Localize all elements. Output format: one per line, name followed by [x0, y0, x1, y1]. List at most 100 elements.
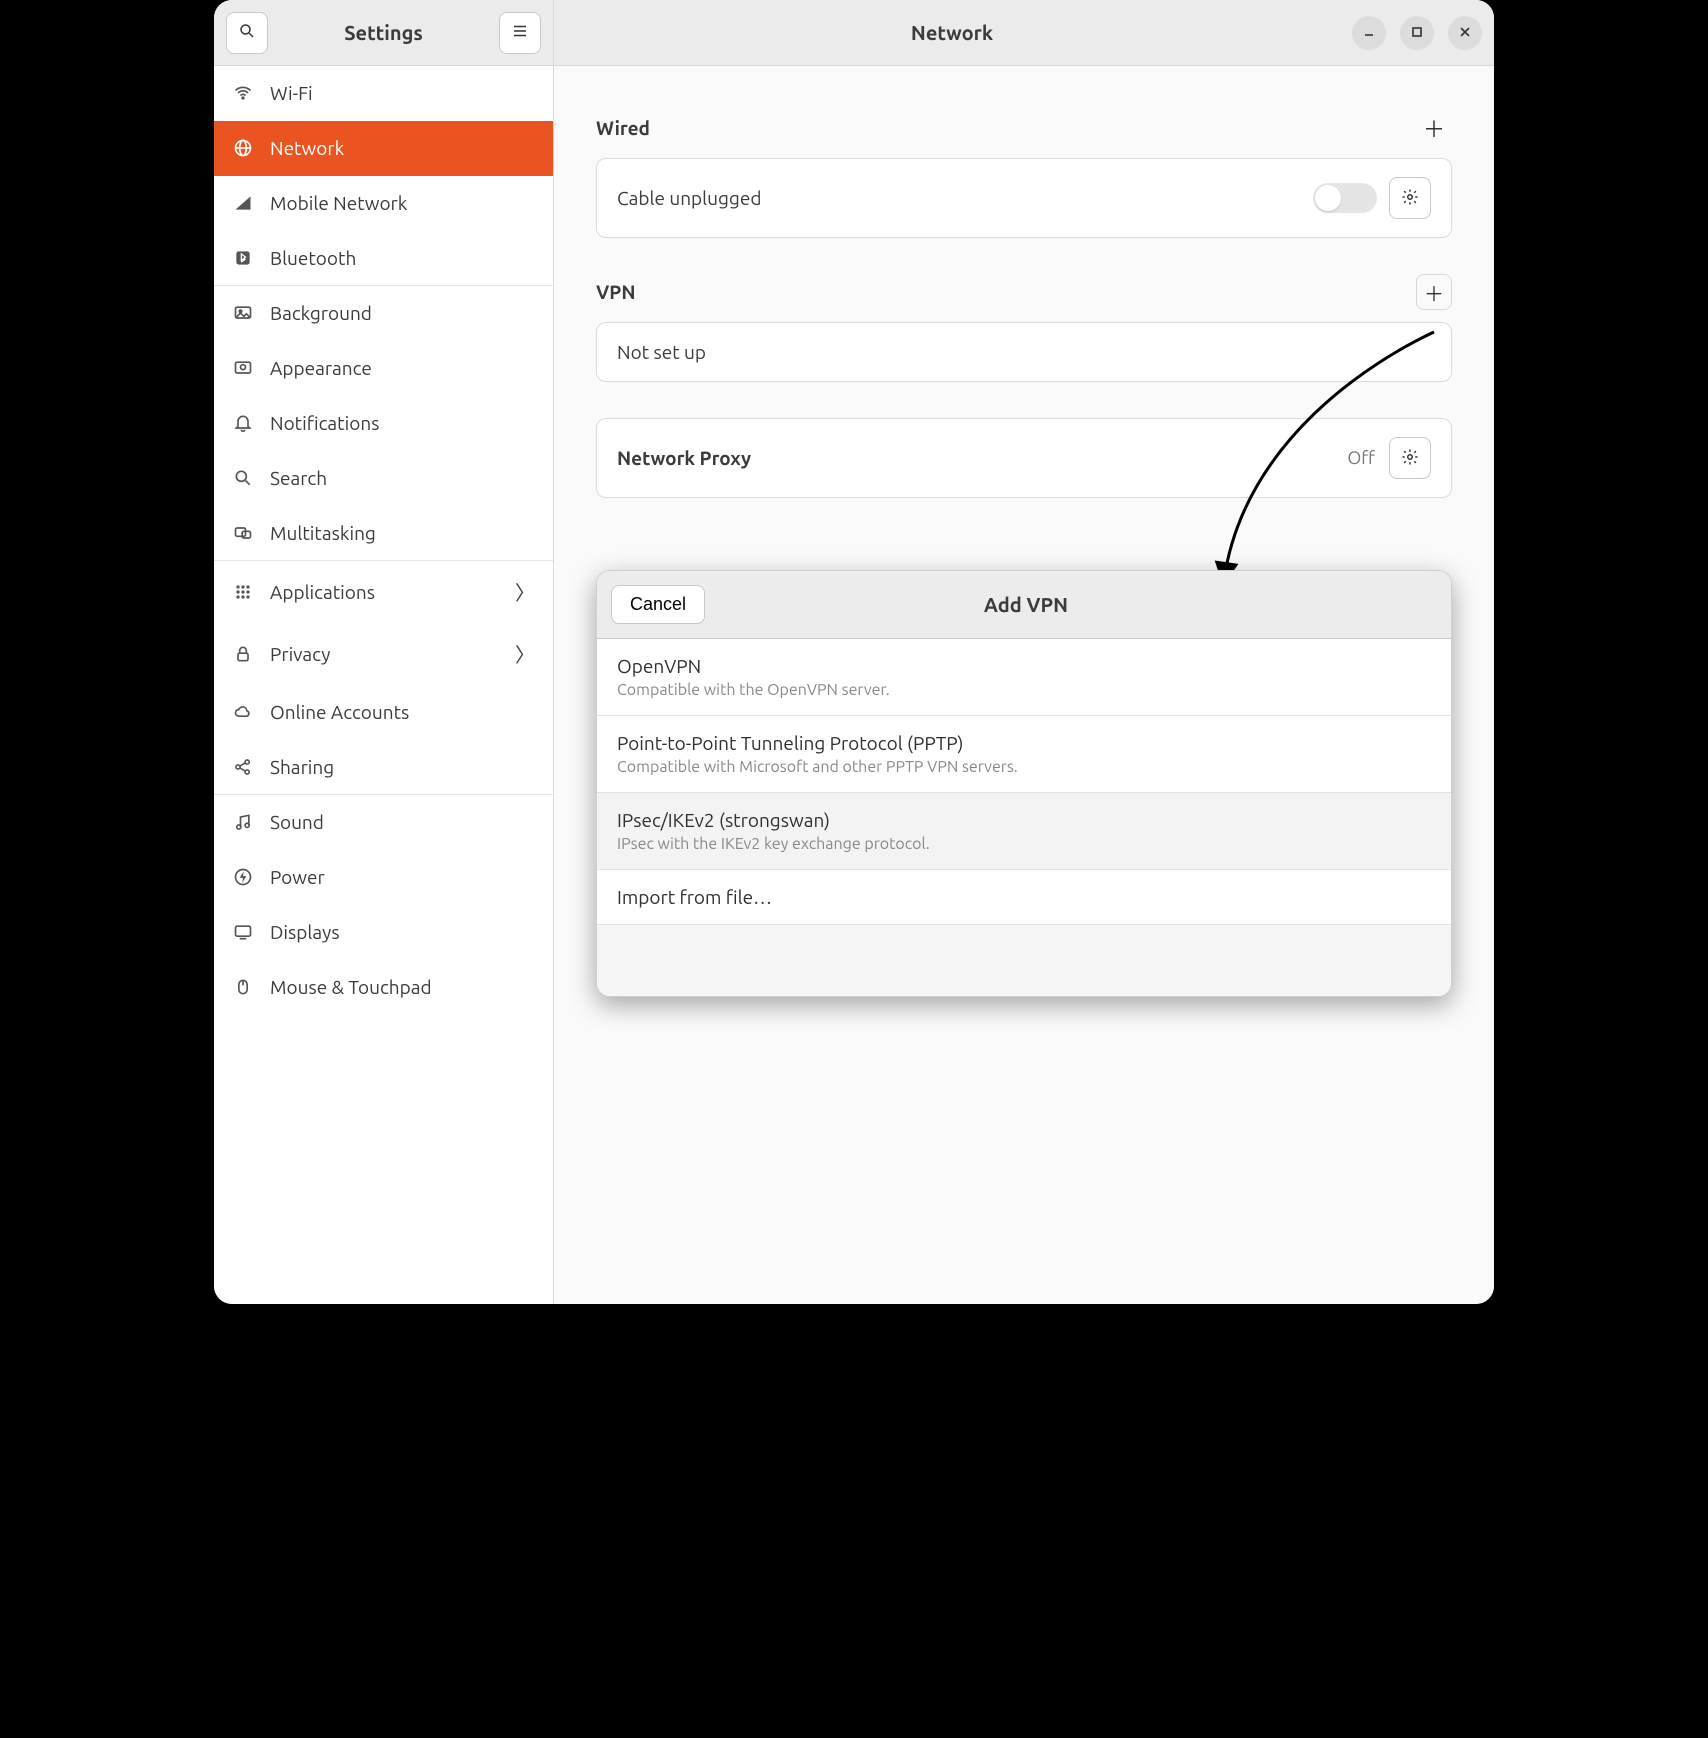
- toggle-knob: [1315, 185, 1341, 211]
- music-icon: [232, 811, 254, 833]
- sidebar-item-wifi[interactable]: Wi-Fi: [214, 66, 553, 121]
- sidebar-item-displays[interactable]: Displays: [214, 905, 553, 960]
- vpn-option-title: Point-to-Point Tunneling Protocol (PPTP): [617, 732, 1431, 754]
- sidebar-title: Settings: [268, 21, 499, 44]
- vpn-option-title: Import from file…: [617, 886, 1431, 908]
- menu-button[interactable]: [499, 12, 541, 54]
- sidebar-item-label: Online Accounts: [270, 701, 409, 723]
- proxy-row[interactable]: Network Proxy Off: [597, 419, 1451, 497]
- proxy-heading: Network Proxy: [617, 447, 1347, 469]
- sidebar: Settings Wi-Fi Network Mobile Network: [214, 0, 554, 1304]
- gear-icon: [1401, 188, 1419, 209]
- sidebar-item-label: Sharing: [270, 756, 334, 778]
- sidebar-header: Settings: [214, 0, 553, 66]
- main-panel: Network Wired ＋ Cable unplugged VPN: [554, 0, 1494, 1304]
- appearance-icon: [232, 357, 254, 379]
- vpn-row[interactable]: Not set up: [597, 323, 1451, 381]
- bell-icon: [232, 412, 254, 434]
- add-vpn-button[interactable]: ＋: [1416, 274, 1452, 310]
- main-header: Network: [554, 0, 1494, 66]
- sidebar-item-privacy[interactable]: Privacy 〉: [214, 623, 553, 685]
- sidebar-item-label: Search: [270, 467, 327, 489]
- sidebar-item-label: Sound: [270, 811, 324, 833]
- lock-icon: [232, 643, 254, 665]
- plus-icon: ＋: [1423, 112, 1445, 144]
- sidebar-item-search[interactable]: Search: [214, 451, 553, 506]
- proxy-card: Network Proxy Off: [596, 418, 1452, 498]
- vpn-card: Not set up: [596, 322, 1452, 382]
- wired-toggle[interactable]: [1313, 183, 1377, 213]
- sidebar-item-bluetooth[interactable]: Bluetooth: [214, 231, 553, 286]
- add-wired-button[interactable]: ＋: [1416, 110, 1452, 146]
- minimize-button[interactable]: [1352, 16, 1386, 50]
- gear-icon: [1401, 448, 1419, 469]
- vpn-option-desc: IPsec with the IKEv2 key exchange protoc…: [617, 835, 1431, 853]
- proxy-settings-button[interactable]: [1389, 437, 1431, 479]
- wifi-icon: [232, 82, 254, 104]
- close-icon: [1459, 25, 1471, 41]
- mouse-icon: [232, 976, 254, 998]
- vpn-type-list: OpenVPN Compatible with the OpenVPN serv…: [597, 639, 1451, 924]
- power-icon: [232, 866, 254, 888]
- globe-icon: [232, 137, 254, 159]
- multitasking-icon: [232, 522, 254, 544]
- sidebar-item-applications[interactable]: Applications 〉: [214, 561, 553, 623]
- minimize-icon: [1363, 25, 1375, 41]
- sidebar-item-sharing[interactable]: Sharing: [214, 740, 553, 795]
- sidebar-item-background[interactable]: Background: [214, 286, 553, 341]
- sidebar-item-label: Privacy: [270, 643, 330, 665]
- sidebar-item-mouse-touchpad[interactable]: Mouse & Touchpad: [214, 960, 553, 1015]
- wired-status: Cable unplugged: [617, 187, 1313, 209]
- background-icon: [232, 302, 254, 324]
- sidebar-item-mobile-network[interactable]: Mobile Network: [214, 176, 553, 231]
- sidebar-item-label: Background: [270, 302, 372, 324]
- page-title: Network: [566, 21, 1338, 44]
- sidebar-item-label: Applications: [270, 581, 375, 603]
- sidebar-item-multitasking[interactable]: Multitasking: [214, 506, 553, 561]
- hamburger-icon: [511, 22, 529, 43]
- chevron-right-icon: 〉: [515, 577, 535, 606]
- sidebar-item-label: Mouse & Touchpad: [270, 976, 432, 998]
- maximize-icon: [1411, 25, 1423, 41]
- content-area: Wired ＋ Cable unplugged VPN ＋ Not set up: [554, 66, 1494, 1304]
- vpn-option-import[interactable]: Import from file…: [597, 870, 1451, 924]
- magnify-icon: [232, 467, 254, 489]
- sidebar-item-online-accounts[interactable]: Online Accounts: [214, 685, 553, 740]
- settings-window: Settings Wi-Fi Network Mobile Network: [214, 0, 1494, 1304]
- sidebar-item-appearance[interactable]: Appearance: [214, 341, 553, 396]
- vpn-option-ipsec[interactable]: IPsec/IKEv2 (strongswan) IPsec with the …: [597, 793, 1451, 870]
- vpn-option-pptp[interactable]: Point-to-Point Tunneling Protocol (PPTP)…: [597, 716, 1451, 793]
- vpn-heading: VPN: [596, 281, 1416, 303]
- vpn-status: Not set up: [617, 341, 1431, 363]
- sidebar-item-label: Notifications: [270, 412, 379, 434]
- wired-row[interactable]: Cable unplugged: [597, 159, 1451, 237]
- sidebar-item-label: Displays: [270, 921, 340, 943]
- sidebar-item-label: Appearance: [270, 357, 372, 379]
- sidebar-item-power[interactable]: Power: [214, 850, 553, 905]
- vpn-option-title: OpenVPN: [617, 655, 1431, 677]
- sidebar-item-label: Mobile Network: [270, 192, 407, 214]
- dialog-header: Cancel Add VPN: [597, 571, 1451, 639]
- close-button[interactable]: [1448, 16, 1482, 50]
- plus-icon: ＋: [1424, 278, 1444, 307]
- apps-icon: [232, 581, 254, 603]
- sidebar-item-notifications[interactable]: Notifications: [214, 396, 553, 451]
- dialog-footer: [597, 924, 1451, 996]
- wired-settings-button[interactable]: [1389, 177, 1431, 219]
- display-icon: [232, 921, 254, 943]
- sidebar-item-label: Bluetooth: [270, 247, 356, 269]
- sidebar-item-network[interactable]: Network: [214, 121, 553, 176]
- sidebar-item-label: Multitasking: [270, 522, 376, 544]
- wired-heading: Wired: [596, 117, 1416, 139]
- chevron-right-icon: 〉: [515, 639, 535, 668]
- dialog-title: Add VPN: [615, 593, 1437, 616]
- search-button[interactable]: [226, 12, 268, 54]
- wired-card: Cable unplugged: [596, 158, 1452, 238]
- vpn-option-title: IPsec/IKEv2 (strongswan): [617, 809, 1431, 831]
- sidebar-item-sound[interactable]: Sound: [214, 795, 553, 850]
- wired-section-header: Wired ＋: [596, 110, 1452, 146]
- maximize-button[interactable]: [1400, 16, 1434, 50]
- vpn-option-openvpn[interactable]: OpenVPN Compatible with the OpenVPN serv…: [597, 639, 1451, 716]
- add-vpn-dialog: Cancel Add VPN OpenVPN Compatible with t…: [596, 570, 1452, 997]
- sidebar-item-label: Wi-Fi: [270, 82, 313, 104]
